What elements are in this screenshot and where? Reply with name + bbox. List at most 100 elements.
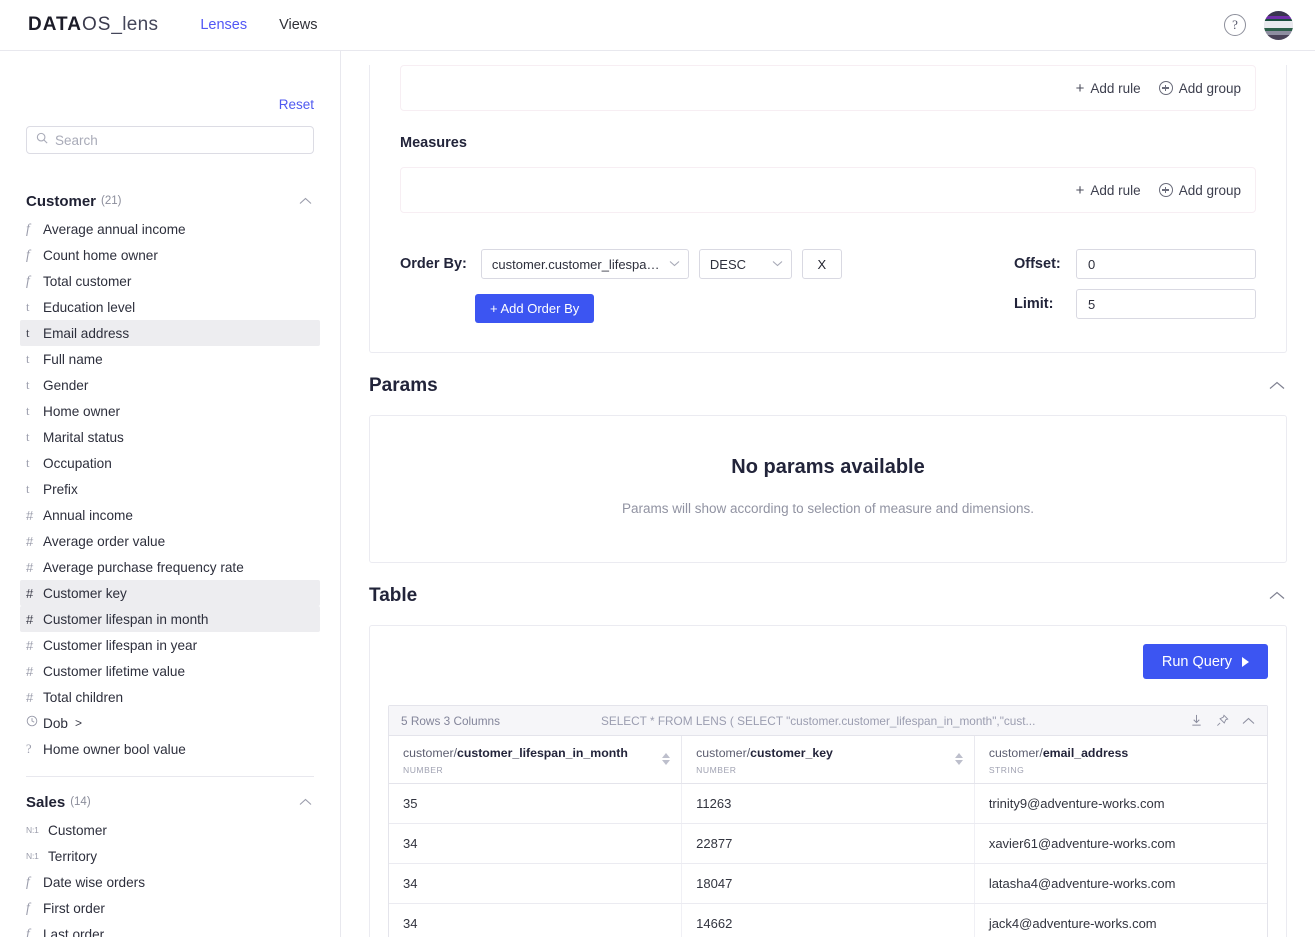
sidebar-field-label: Count home owner	[43, 247, 158, 263]
pin-icon[interactable]	[1216, 714, 1229, 727]
download-icon[interactable]	[1190, 714, 1203, 727]
column-header-customer-lifespan-in-month[interactable]: customer/customer_lifespan_in_month NUMB…	[389, 736, 683, 784]
remove-order-by-button[interactable]: X	[801, 249, 842, 279]
sidebar-field-customer-lifespan-in-month[interactable]: # Customer lifespan in month	[20, 606, 320, 632]
cell-email: trinity9@adventure-works.com	[974, 783, 1267, 824]
search-input[interactable]	[55, 132, 304, 148]
chevron-up-icon[interactable]	[1269, 587, 1285, 605]
sidebar-field[interactable]: f Count home owner	[20, 242, 320, 268]
column-prefix: customer/	[988, 746, 1043, 760]
offset-limit-controls: Offset: Limit:	[1014, 249, 1256, 326]
sidebar-field[interactable]: # Annual income	[20, 502, 320, 528]
sidebar-field[interactable]: f Date wise orders	[20, 869, 320, 895]
table-row[interactable]: 34 14662 jack4@adventure-works.com	[389, 903, 1267, 937]
add-group-label: Add group	[1178, 80, 1241, 96]
add-rule-button-measures[interactable]: + Add rule	[1076, 183, 1141, 198]
cell-customer-key: 14662	[681, 903, 975, 937]
collapse-chevron-icon[interactable]	[1242, 717, 1255, 725]
cell-email: latasha4@adventure-works.com	[974, 863, 1267, 904]
run-query-label: Run Query	[1161, 653, 1232, 670]
sidebar-field[interactable]: f Total customer	[20, 268, 320, 294]
table-header-row: customer/customer_lifespan_in_month NUMB…	[389, 736, 1267, 784]
chevron-up-icon[interactable]	[1269, 377, 1285, 395]
sort-toggle-icon[interactable]	[662, 753, 671, 766]
sidebar-field[interactable]: # Total children	[20, 684, 320, 710]
app-logo[interactable]: DATA OS _lens	[28, 14, 158, 36]
table-section-header[interactable]: Table	[369, 563, 1287, 625]
sidebar-field[interactable]: N:1 Territory	[20, 843, 320, 869]
help-icon[interactable]: ?	[1224, 14, 1246, 36]
relation-icon: N:1	[26, 825, 39, 835]
sidebar-field-dob[interactable]: Dob >	[20, 710, 320, 736]
sort-toggle-icon[interactable]	[954, 753, 963, 766]
nav-item-views[interactable]: Views	[279, 13, 317, 37]
order-by-field-select[interactable]: customer.customer_lifespan_i...	[480, 249, 689, 279]
cell-lifespan: 35	[389, 783, 683, 824]
nav-item-lenses[interactable]: Lenses	[200, 13, 247, 37]
sidebar-field[interactable]: t Marital status	[20, 424, 320, 450]
sidebar-field[interactable]: t Full name	[20, 346, 320, 372]
sidebar-field[interactable]: # Average purchase frequency rate	[20, 554, 320, 580]
column-header-customer-key[interactable]: customer/customer_key NUMBER	[681, 736, 975, 784]
params-section-header[interactable]: Params	[369, 353, 1287, 415]
group-count-sales: (14)	[70, 796, 91, 808]
chevron-up-icon[interactable]	[299, 192, 312, 210]
sidebar-field-label: Last order	[43, 926, 105, 937]
params-panel: No params available Params will show acc…	[369, 415, 1287, 563]
limit-input[interactable]	[1076, 289, 1256, 319]
cell-lifespan: 34	[389, 823, 683, 864]
sidebar-field[interactable]: ? Home owner bool value	[20, 736, 320, 762]
search-box[interactable]	[26, 126, 314, 154]
table-row[interactable]: 34 18047 latasha4@adventure-works.com	[389, 863, 1267, 904]
avatar[interactable]	[1264, 10, 1293, 40]
dimensions-rule-box: + Add rule Add group	[400, 65, 1256, 111]
sidebar: Reset Customer (21) f Average annual inco…	[0, 51, 341, 937]
add-order-by-button[interactable]: + Add Order By	[475, 293, 595, 323]
sidebar-fields-sales: N:1 Customer N:1 Territory f Date wise orde…	[26, 817, 314, 937]
chevron-up-icon[interactable]	[299, 793, 312, 811]
sidebar-field[interactable]: N:1 Customer	[20, 817, 320, 843]
sidebar-field[interactable]: f Average annual income	[20, 216, 320, 242]
text-type-icon: t	[26, 455, 30, 470]
table-row[interactable]: 35 11263 trinity9@adventure-works.com	[389, 783, 1267, 824]
text-type-icon: t	[26, 325, 30, 340]
sidebar-field[interactable]: f First order	[20, 895, 320, 921]
sidebar-field[interactable]: t Education level	[20, 294, 320, 320]
expand-arrow-icon[interactable]: >	[75, 716, 82, 730]
group-count-customer: (21)	[101, 195, 122, 207]
offset-input[interactable]	[1076, 249, 1256, 279]
sidebar-field[interactable]: f Last order	[20, 921, 320, 937]
sidebar-field-email-address[interactable]: t Email address	[20, 320, 320, 346]
number-type-icon: #	[26, 585, 34, 601]
group-title-sales: Sales	[26, 793, 66, 811]
order-by-direction-select[interactable]: DESC	[698, 249, 792, 279]
sidebar-group-header-sales[interactable]: Sales (14)	[26, 793, 314, 811]
column-header-email-address[interactable]: customer/email_address STRING	[974, 736, 1267, 784]
sidebar-field[interactable]: t Home owner	[20, 398, 320, 424]
sidebar-field[interactable]: t Gender	[20, 372, 320, 398]
sidebar-field[interactable]: # Customer lifetime value	[20, 658, 320, 684]
run-query-button[interactable]: Run Query	[1142, 644, 1268, 679]
text-type-icon: t	[26, 403, 30, 418]
logo-os: OS	[81, 14, 112, 35]
sidebar-field-label: Occupation	[43, 455, 112, 471]
table-row[interactable]: 34 22877 xavier61@adventure-works.com	[389, 823, 1267, 864]
sidebar-field[interactable]: # Average order value	[20, 528, 320, 554]
sidebar-field[interactable]: t Occupation	[20, 450, 320, 476]
sidebar-field-customer-key[interactable]: # Customer key	[20, 580, 320, 606]
add-group-button-measures[interactable]: Add group	[1158, 183, 1241, 198]
reset-link[interactable]: Reset	[279, 97, 314, 112]
sidebar-field-label: Average order value	[43, 533, 166, 549]
column-field: email_address	[1042, 746, 1129, 760]
add-rule-label: Add rule	[1090, 80, 1141, 96]
add-rule-button-dimensions[interactable]: + Add rule	[1076, 81, 1141, 96]
add-group-button-dimensions[interactable]: Add group	[1158, 80, 1241, 96]
sidebar-group-header-customer[interactable]: Customer (21)	[26, 192, 314, 210]
sidebar-field-label: Home owner bool value	[43, 741, 186, 757]
limit-field-row: Limit:	[1014, 289, 1256, 319]
sidebar-field[interactable]: t Prefix	[20, 476, 320, 502]
sidebar-field-label: Home owner	[43, 403, 121, 419]
column-name: customer/email_address	[989, 745, 1253, 762]
table-panel: Run Query 5 Rows 3 Columns SELECT * FROM…	[369, 625, 1287, 937]
sidebar-field[interactable]: # Customer lifespan in year	[20, 632, 320, 658]
